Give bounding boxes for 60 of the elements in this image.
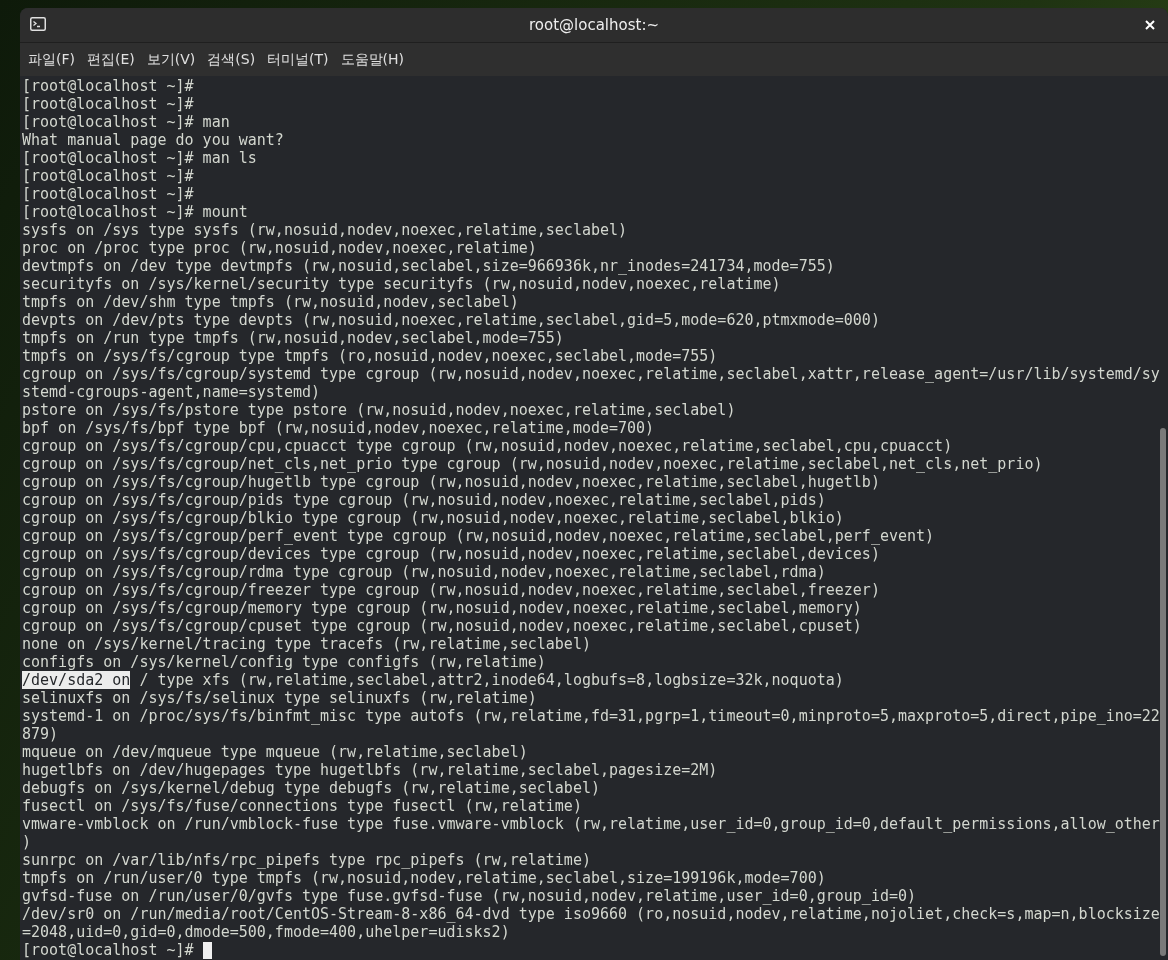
menu-item[interactable]: 터미널(T)	[261, 50, 335, 69]
terminal-line: cgroup on /sys/fs/cgroup/cpu,cpuacct type cgroup (rw,nosuid,nodev,noexec,relatime,seclabel,cpu,cpuacct)	[22, 437, 953, 455]
terminal-line: [root@localhost ~]# man ls	[22, 149, 257, 167]
terminal-line: configfs on /sys/kernel/config type configfs (rw,relatime)	[22, 653, 546, 671]
terminal-line: =2048,uid=0,gid=0,dmode=500,fmode=400,uhelper=udisks2)	[22, 923, 510, 941]
terminal-line: [root@localhost ~]#	[22, 95, 194, 113]
terminal-line: cgroup on /sys/fs/cgroup/perf_event type cgroup (rw,nosuid,nodev,noexec,relatime,seclabel,perf_event)	[22, 527, 935, 545]
terminal-line: [root@localhost ~]#	[22, 167, 194, 185]
terminal-line: fusectl on /sys/fs/fuse/connections type fusectl (rw,relatime)	[22, 797, 582, 815]
window-title: root@localhost:~	[529, 16, 659, 34]
terminal-line: /dev/sr0 on /run/media/root/CentOS-Stream-8-x86_64-dvd type iso9660 (ro,nosuid,nodev,relatime,nojoliet,check=s,map=n,blocksize	[22, 905, 1160, 923]
terminal-line: pstore on /sys/fs/pstore type pstore (rw,nosuid,nodev,noexec,relatime,seclabel)	[22, 401, 736, 419]
terminal-line: [root@localhost ~]# man	[22, 113, 230, 131]
menu-item[interactable]: 파일(F)	[22, 50, 81, 69]
terminal-line: )	[22, 833, 32, 851]
terminal-line: cgroup on /sys/fs/cgroup/cpuset type cgroup (rw,nosuid,nodev,noexec,relatime,seclabel,cpuset)	[22, 617, 862, 635]
terminal-line: [root@localhost ~]#	[22, 941, 195, 959]
terminal-line: cgroup on /sys/fs/cgroup/hugetlb type cgroup (rw,nosuid,nodev,noexec,relatime,seclabel,hugetlb)	[22, 473, 880, 491]
terminal-line: debugfs on /sys/kernel/debug type debugfs (rw,relatime,seclabel)	[22, 779, 600, 797]
terminal-line: tmpfs on /run/user/0 type tmpfs (rw,nosuid,nodev,relatime,seclabel,size=199196k,mode=700)	[22, 869, 826, 887]
terminal-line: stemd-cgroups-agent,name=systemd)	[22, 383, 320, 401]
scrollbar-thumb[interactable]	[1160, 428, 1166, 956]
menu-item[interactable]: 보기(V)	[140, 50, 202, 69]
terminal-line: sysfs on /sys type sysfs (rw,nosuid,nodev,noexec,relatime,seclabel)	[22, 221, 628, 239]
terminal-line: vmware-vmblock on /run/vmblock-fuse type fuse.vmware-vmblock (rw,relatime,user_id=0,group_id=0,default_permissions,allow_other	[22, 815, 1160, 833]
terminal-line: / type xfs (rw,relatime,seclabel,attr2,inode64,logbufs=8,logbsize=32k,noquota)	[138, 671, 844, 689]
terminal-line: bpf on /sys/fs/bpf type bpf (rw,nosuid,nodev,noexec,relatime,mode=700)	[22, 419, 655, 437]
terminal-line: cgroup on /sys/fs/cgroup/pids type cgroup (rw,nosuid,nodev,noexec,relatime,seclabel,pids)	[22, 491, 826, 509]
terminal-line: cgroup on /sys/fs/cgroup/blkio type cgroup (rw,nosuid,nodev,noexec,relatime,seclabel,blkio)	[22, 509, 844, 527]
terminal-line: cgroup on /sys/fs/cgroup/freezer type cgroup (rw,nosuid,nodev,noexec,relatime,seclabel,freezer)	[22, 581, 880, 599]
close-icon	[1145, 20, 1155, 30]
terminal-line: [root@localhost ~]#	[22, 185, 194, 203]
terminal-line: securityfs on /sys/kernel/security type securityfs (rw,nosuid,nodev,noexec,relatime)	[22, 275, 781, 293]
terminal-line: 879)	[22, 725, 59, 743]
terminal-line: [root@localhost ~]# mount	[22, 203, 248, 221]
terminal-line: sunrpc on /var/lib/nfs/rpc_pipefs type rpc_pipefs (rw,relatime)	[22, 851, 591, 869]
terminal-line: tmpfs on /dev/shm type tmpfs (rw,nosuid,nodev,seclabel)	[22, 293, 519, 311]
terminal-line: proc on /proc type proc (rw,nosuid,nodev,noexec,relatime)	[22, 239, 537, 257]
terminal-line: cgroup on /sys/fs/cgroup/memory type cgroup (rw,nosuid,nodev,noexec,relatime,seclabel,memory)	[22, 599, 862, 617]
terminal-line: devtmpfs on /dev type devtmpfs (rw,nosuid,seclabel,size=966936k,nr_inodes=241734,mode=755)	[22, 257, 835, 275]
menu-item[interactable]: 검색(S)	[201, 50, 262, 69]
terminal-line: none on /sys/kernel/tracing type tracefs (rw,relatime,seclabel)	[22, 635, 591, 653]
terminal-line: mqueue on /dev/mqueue type mqueue (rw,relatime,seclabel)	[22, 743, 528, 761]
terminal-line: cgroup on /sys/fs/cgroup/systemd type cgroup (rw,nosuid,nodev,noexec,relatime,seclabel,xattr,release_agent=/usr/lib/systemd/sy	[22, 365, 1160, 383]
terminal-line: tmpfs on /sys/fs/cgroup type tmpfs (ro,nosuid,nodev,noexec,seclabel,mode=755)	[22, 347, 718, 365]
menu-item[interactable]: 도움말(H)	[334, 50, 411, 69]
terminal-line: [root@localhost ~]#	[22, 77, 194, 95]
terminal-icon	[30, 17, 46, 31]
terminal-line: tmpfs on /run type tmpfs (rw,nosuid,nodev,seclabel,mode=755)	[22, 329, 564, 347]
menu-item[interactable]: 편집(E)	[81, 50, 141, 69]
terminal-line: cgroup on /sys/fs/cgroup/devices type cgroup (rw,nosuid,nodev,noexec,relatime,seclabel,devices)	[22, 545, 880, 563]
terminal-line: systemd-1 on /proc/sys/fs/binfmt_misc type autofs (rw,relatime,fd=31,pgrp=1,timeout=0,minproto=5,maxproto=5,direct,pipe_ino=22	[22, 707, 1160, 725]
terminal-line: devpts on /dev/pts type devpts (rw,nosuid,noexec,relatime,seclabel,gid=5,mode=620,ptmxmode=000)	[22, 311, 880, 329]
terminal-line: cgroup on /sys/fs/cgroup/net_cls,net_prio type cgroup (rw,nosuid,nodev,noexec,relatime,seclabel,net_cls,net_prio)	[22, 455, 1043, 473]
terminal-line: What manual page do you want?	[22, 131, 284, 149]
terminal-line: cgroup on /sys/fs/cgroup/rdma type cgroup (rw,nosuid,nodev,noexec,relatime,seclabel,rdma)	[22, 563, 826, 581]
terminal-line: selinuxfs on /sys/fs/selinux type selinuxfs (rw,relatime)	[22, 689, 537, 707]
selected-text: /dev/sda2 on	[22, 671, 131, 689]
terminal-line: hugetlbfs on /dev/hugepages type hugetlbfs (rw,relatime,seclabel,pagesize=2M)	[22, 761, 718, 779]
terminal-line: gvfsd-fuse on /run/user/0/gvfs type fuse.gvfsd-fuse (rw,nosuid,nodev,relatime,user_id=0,group_id=0)	[22, 887, 917, 905]
